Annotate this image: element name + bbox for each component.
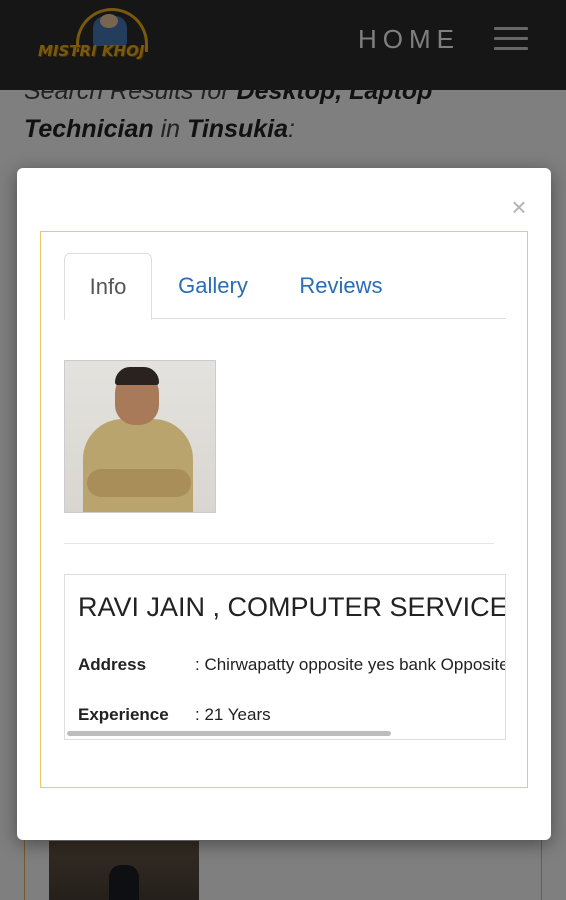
tab-bar: Info Gallery Reviews (64, 253, 506, 320)
details-box[interactable]: RAVI JAIN , COMPUTER SERVICE Address : C… (64, 574, 506, 740)
tab-gallery[interactable]: Gallery (170, 253, 256, 319)
business-name: RAVI JAIN , COMPUTER SERVICE (78, 592, 506, 622)
tab-reviews[interactable]: Reviews (292, 253, 390, 319)
profile-photo-arms (87, 469, 191, 497)
profile-photo-body (83, 419, 193, 512)
profile-photo-hair (115, 367, 159, 385)
profile-modal: × Info Gallery Reviews RAVI JAIN , COMPU… (17, 168, 551, 840)
profile-photo (64, 360, 216, 513)
close-icon[interactable]: × (507, 194, 531, 220)
horizontal-scrollbar[interactable] (67, 731, 391, 736)
tab-info[interactable]: Info (64, 253, 152, 320)
profile-panel: Info Gallery Reviews RAVI JAIN , COMPUTE… (40, 231, 528, 788)
experience-value: : 21 Years (195, 705, 271, 724)
experience-label: Experience (78, 705, 169, 724)
address-value: : Chirwapatty opposite yes bank Opposite (195, 655, 506, 674)
address-label: Address (78, 655, 147, 674)
divider (64, 543, 494, 544)
